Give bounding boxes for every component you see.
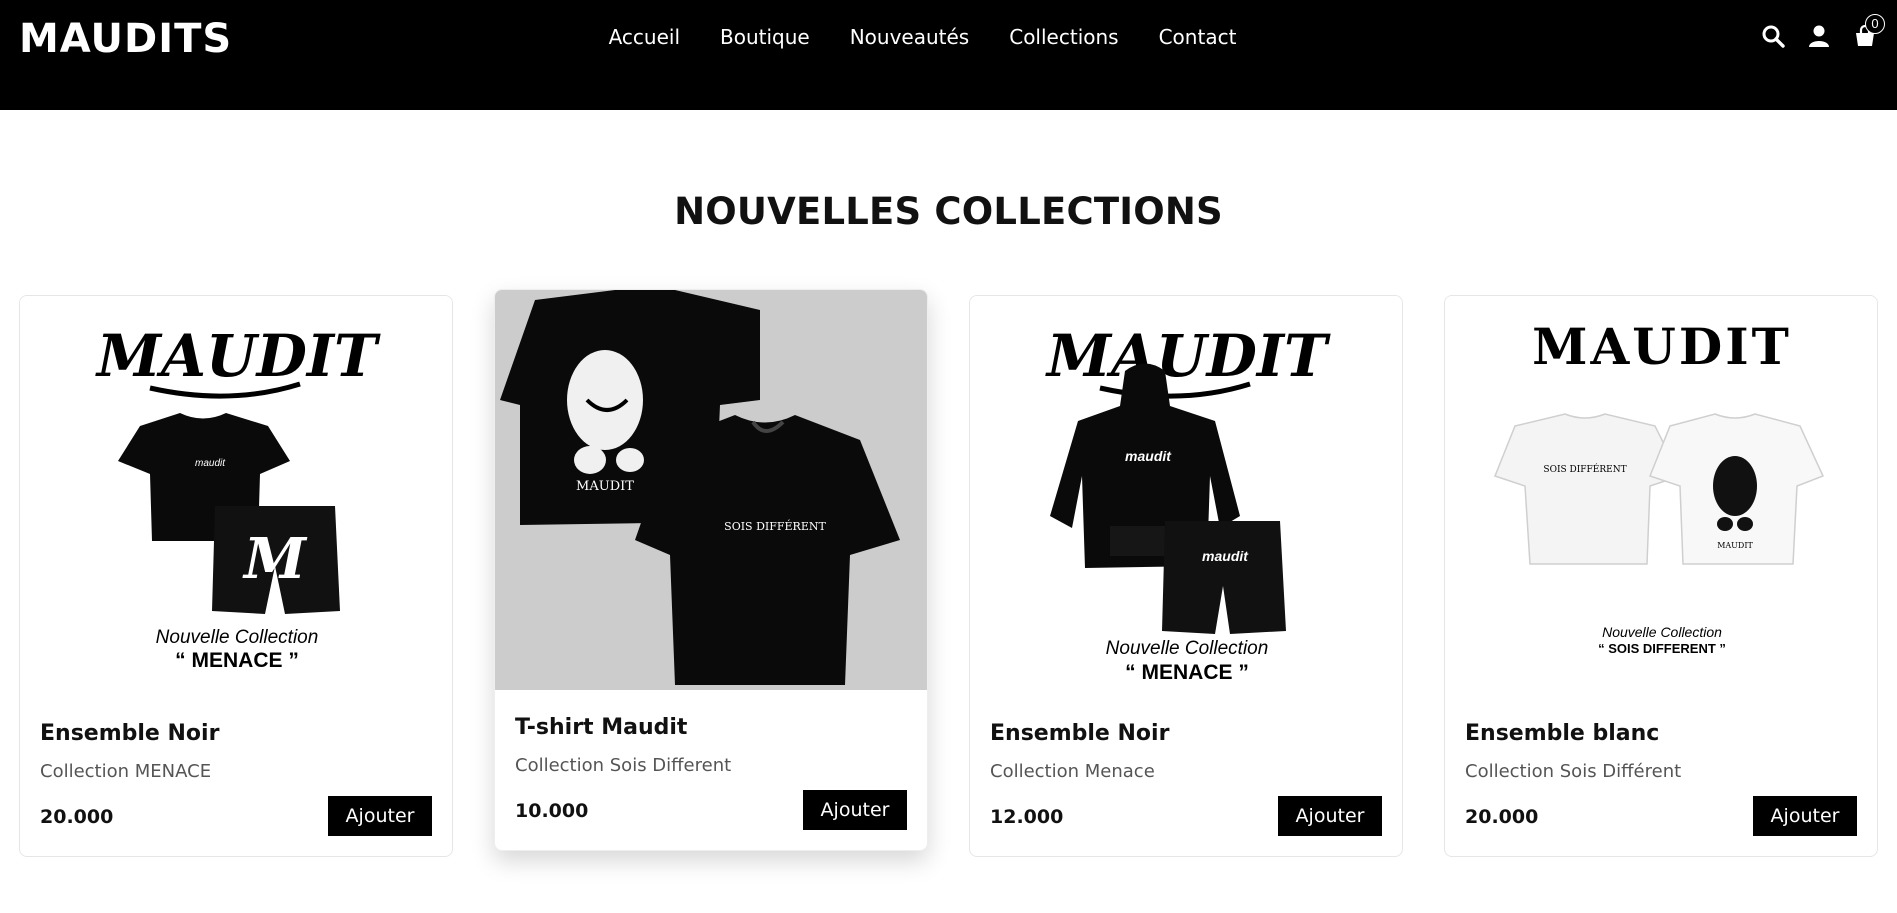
svg-text:M: M xyxy=(242,526,308,592)
product-image-print-back: MAUDIT xyxy=(576,479,634,494)
header-icons: 0 xyxy=(1761,14,1885,48)
main-nav: Accueil Boutique Nouveautés Collections … xyxy=(0,24,1897,50)
product-image-caption-top: Nouvelle Collection xyxy=(156,627,319,648)
nav-collections[interactable]: Collections xyxy=(1009,24,1118,50)
add-to-cart-button[interactable]: Ajouter xyxy=(1753,796,1857,836)
add-to-cart-button[interactable]: Ajouter xyxy=(328,796,432,836)
product-card[interactable]: MAUDIT SOIS DIFFÉRENT MAUDIT Nouvelle Co… xyxy=(1444,295,1878,857)
product-collection: Collection Menace xyxy=(990,761,1155,782)
nav-accueil[interactable]: Accueil xyxy=(609,24,680,50)
user-icon[interactable] xyxy=(1807,24,1831,48)
product-image[interactable]: MAUDIT SOIS DIFFÉRENT xyxy=(495,290,927,690)
product-image-caption-bottom: “ MENACE ” xyxy=(1125,661,1249,684)
product-collection: Collection Sois Différent xyxy=(1465,761,1682,782)
product-collection: Collection MENACE xyxy=(40,761,212,782)
product-image-caption-bottom: “ MENACE ” xyxy=(175,649,299,672)
add-to-cart-button[interactable]: Ajouter xyxy=(803,790,907,830)
svg-text:maudit: maudit xyxy=(195,458,226,469)
product-price: 12.000 xyxy=(990,806,1064,828)
product-price: 20.000 xyxy=(1465,806,1539,828)
product-image[interactable]: MAUDIT maudit maudit Nouvelle Collection… xyxy=(970,296,1402,696)
search-icon[interactable] xyxy=(1761,24,1785,48)
product-price: 20.000 xyxy=(40,806,114,828)
product-image-caption-top: Nouvelle Collection xyxy=(1106,638,1269,659)
product-image-print-front: SOIS DIFFÉRENT xyxy=(724,519,826,533)
cart-count-badge: 0 xyxy=(1865,14,1885,34)
product-card[interactable]: MAUDIT maudit maudit Nouvelle Collection… xyxy=(969,295,1403,857)
product-name[interactable]: T-shirt Maudit xyxy=(515,715,687,740)
product-name[interactable]: Ensemble blanc xyxy=(1465,721,1659,746)
site-header: MAUDITS Accueil Boutique Nouveautés Coll… xyxy=(0,0,1897,110)
product-name[interactable]: Ensemble Noir xyxy=(990,721,1169,746)
svg-text:maudit: maudit xyxy=(1125,448,1172,464)
add-to-cart-button[interactable]: Ajouter xyxy=(1278,796,1382,836)
product-card[interactable]: MAUDIT maudit M Nouvelle Collection “ ME… xyxy=(19,295,453,857)
product-image-logo: MAUDIT xyxy=(95,322,381,390)
cart-icon[interactable]: 0 xyxy=(1853,14,1885,48)
product-collection: Collection Sois Different xyxy=(515,755,732,776)
nav-nouveautes[interactable]: Nouveautés xyxy=(850,24,970,50)
product-name[interactable]: Ensemble Noir xyxy=(40,721,219,746)
product-image-caption-top: Nouvelle Collection xyxy=(1602,624,1722,640)
svg-text:MAUDIT: MAUDIT xyxy=(1717,541,1753,550)
section-title: NOUVELLES COLLECTIONS xyxy=(674,190,1223,233)
product-image[interactable]: MAUDIT SOIS DIFFÉRENT MAUDIT Nouvelle Co… xyxy=(1445,296,1877,696)
product-card[interactable]: MAUDIT SOIS DIFFÉRENT T-shirt Maudit Col… xyxy=(494,289,928,851)
product-image-logo: MAUDIT xyxy=(1532,317,1792,376)
product-image[interactable]: MAUDIT maudit M Nouvelle Collection “ ME… xyxy=(20,296,452,696)
nav-contact[interactable]: Contact xyxy=(1159,24,1237,50)
product-price: 10.000 xyxy=(515,800,589,822)
svg-text:SOIS DIFFÉRENT: SOIS DIFFÉRENT xyxy=(1543,463,1626,475)
svg-text:maudit: maudit xyxy=(1202,548,1249,564)
nav-boutique[interactable]: Boutique xyxy=(720,24,810,50)
product-image-logo: MAUDIT xyxy=(1045,322,1331,390)
product-image-caption-bottom: “ SOIS DIFFERENT ” xyxy=(1598,641,1726,656)
